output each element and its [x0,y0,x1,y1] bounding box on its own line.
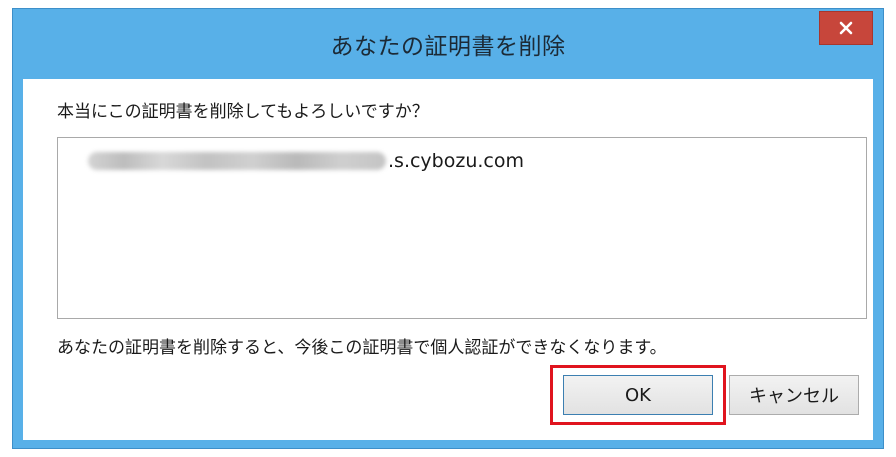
ok-button[interactable]: OK [563,375,713,415]
dialog-title: あなたの証明書を削除 [330,34,566,60]
confirmation-question: 本当にこの証明書を削除してもよろしいですか？ [57,102,429,122]
close-icon [838,20,854,36]
delete-certificate-dialog: あなたの証明書を削除 本当にこの証明書を削除してもよろしいですか？ .s.cyb… [12,8,884,449]
close-button[interactable] [819,11,873,45]
delete-warning: あなたの証明書を削除すると、今後この証明書で個人認証ができなくなります。 [57,338,667,358]
cancel-button[interactable]: キャンセル [729,375,859,415]
dialog-body: 本当にこの証明書を削除してもよろしいですか？ .s.cybozu.com あなた… [23,79,873,440]
redacted-email [88,152,386,170]
certificate-item[interactable]: .s.cybozu.com [88,150,524,172]
title-bar[interactable]: あなたの証明書を削除 [13,9,883,79]
certificate-domain: .s.cybozu.com [388,150,524,172]
certificate-list[interactable]: .s.cybozu.com [57,137,867,319]
